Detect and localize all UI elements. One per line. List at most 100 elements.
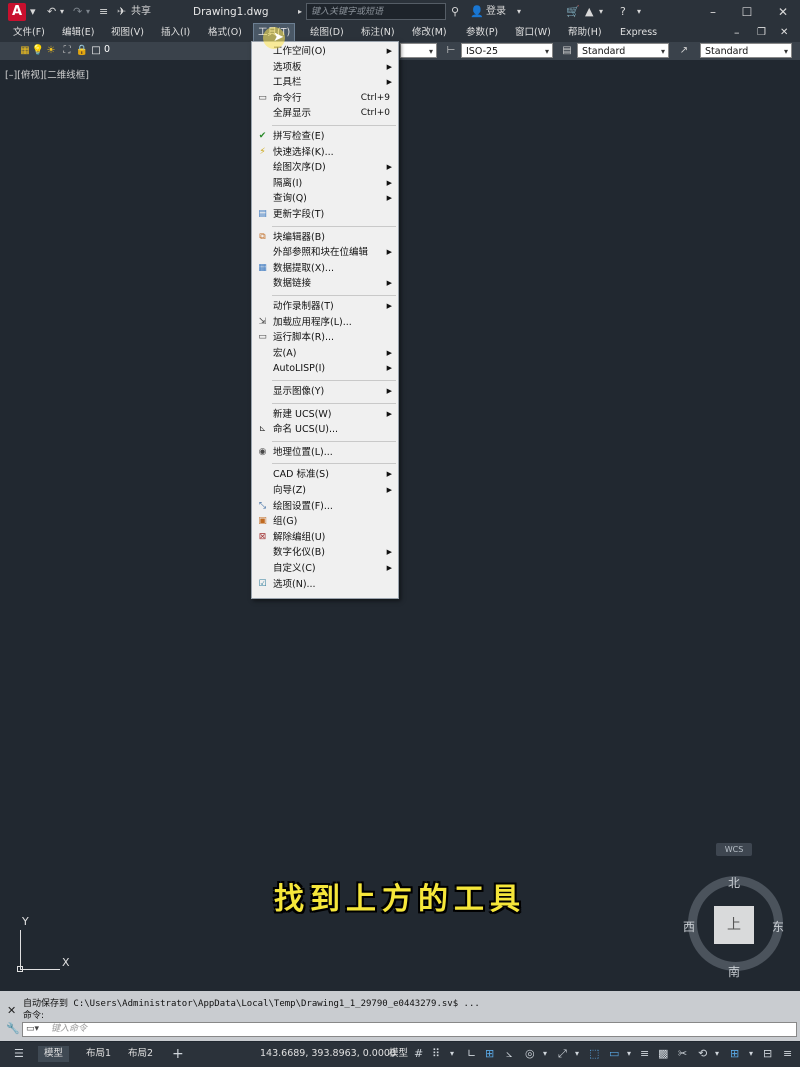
freeze-viewport-icon[interactable]: ⛶	[60, 43, 74, 58]
isometric-icon[interactable]: ◎	[525, 1046, 535, 1062]
customization-icon[interactable]: ≡	[783, 1046, 792, 1062]
lineweight-icon[interactable]: ▭	[609, 1046, 619, 1062]
menu-dimension[interactable]: 标注(N)	[361, 24, 395, 42]
sun-icon[interactable]: ☀	[44, 43, 58, 58]
undo-icon[interactable]: ↶	[47, 0, 56, 24]
maximize-button[interactable]: ☐	[730, 0, 764, 24]
tools-menu-item[interactable]: ⊾ 命名 UCS(U)...	[252, 422, 398, 437]
annotation-scale-icon[interactable]: ✂	[678, 1046, 687, 1062]
tools-menu-item[interactable]: ⇲ 加载应用程序(L)...	[252, 315, 398, 330]
tools-menu-item[interactable]: 选项板 ▶	[252, 60, 398, 75]
tools-menu-item[interactable]: 新建 UCS(W) ▶	[252, 407, 398, 422]
tools-menu-item[interactable]: ▭ 运行脚本(R)...	[252, 330, 398, 345]
tab-layout1[interactable]: 布局1	[80, 1046, 117, 1062]
help-dropdown-icon[interactable]: ▾	[637, 0, 641, 24]
tools-menu-item[interactable]: 显示图像(Y) ▶	[252, 384, 398, 399]
doc-minimize-button[interactable]: –	[734, 24, 740, 42]
coordinates-readout[interactable]: 143.6689, 393.8963, 0.0000	[260, 1046, 396, 1062]
viewcube-top-face[interactable]: 上	[714, 906, 754, 944]
menu-draw[interactable]: 绘图(D)	[310, 24, 344, 42]
share-icon[interactable]: ✈	[117, 0, 126, 24]
tools-menu-item[interactable]: 全屏显示 Ctrl+0	[252, 106, 398, 121]
autocad-logo-icon[interactable]: A	[8, 3, 26, 21]
minimize-button[interactable]: –	[696, 0, 730, 24]
tools-menu-item[interactable]: ⧉ 块编辑器(B)	[252, 230, 398, 245]
grid-icon[interactable]: #	[414, 1046, 423, 1062]
tools-menu-item[interactable]: 工具栏 ▶	[252, 75, 398, 90]
layer-dropdown[interactable]: ▾	[400, 43, 437, 58]
tab-layout2[interactable]: 布局2	[122, 1046, 159, 1062]
tools-menu-item[interactable]: 向导(Z) ▶	[252, 483, 398, 498]
wcs-menu-button[interactable]: WCS	[716, 843, 752, 856]
command-recent-icon[interactable]: ▭▾	[26, 1024, 39, 1034]
snap-dropdown-icon[interactable]: ▾	[450, 1046, 454, 1062]
lineweight-dropdown-icon[interactable]: ▾	[627, 1046, 631, 1062]
hamburger-menu-icon[interactable]: ☰	[14, 1046, 24, 1062]
tools-menu-item[interactable]: 外部参照和块在位编辑 ▶	[252, 245, 398, 260]
share-button[interactable]: 共享	[131, 0, 151, 24]
compass-east[interactable]: 东	[772, 918, 784, 935]
undo-dropdown-icon[interactable]: ▾	[60, 0, 64, 24]
workspace-icon[interactable]: ⟲	[698, 1046, 707, 1062]
menu-window[interactable]: 窗口(W)	[515, 24, 551, 42]
annotation-monitor-icon[interactable]: ⊞	[730, 1046, 739, 1062]
title-overflow-arrow-icon[interactable]: ▸	[298, 0, 302, 24]
menu-file[interactable]: 文件(F)	[13, 24, 45, 42]
tools-menu-item[interactable]: 自定义(C) ▶	[252, 561, 398, 576]
isolate-objects-icon[interactable]: ⊟	[763, 1046, 772, 1062]
compass-west[interactable]: 西	[683, 918, 695, 935]
tools-menu-item[interactable]: 数据链接 ▶	[252, 276, 398, 291]
tools-menu-item[interactable]: 数字化仪(B) ▶	[252, 545, 398, 560]
dimension-style-icon[interactable]: ⊢	[444, 43, 458, 58]
lock-icon[interactable]: 🔒	[75, 43, 89, 58]
user-icon[interactable]: 👤	[470, 0, 484, 24]
multileader-style-select[interactable]: Standard ▾	[700, 43, 792, 58]
cart-icon[interactable]: 🛒	[566, 0, 580, 24]
layer-state-icon[interactable]: ▦	[18, 43, 32, 58]
compass-north[interactable]: 北	[728, 874, 740, 891]
tools-menu-item[interactable]: ◉ 地理位置(L)...	[252, 445, 398, 460]
help-icon[interactable]: ?	[620, 0, 626, 24]
model-space-button[interactable]: 模型	[383, 1046, 414, 1062]
object-snap-icon[interactable]: ⬚	[589, 1046, 599, 1062]
add-layout-button[interactable]: +	[172, 1046, 184, 1062]
tools-menu-item[interactable]: ▣ 组(G)	[252, 514, 398, 529]
search-input[interactable]: 键入关键字或短语	[306, 3, 446, 20]
compass-south[interactable]: 南	[728, 963, 740, 980]
layer-color-swatch-icon[interactable]: □	[89, 43, 103, 58]
tools-menu-item[interactable]: ⚡ 快速选择(K)...	[252, 145, 398, 160]
menu-parametric[interactable]: 参数(P)	[466, 24, 498, 42]
table-style-icon[interactable]: ▤	[560, 43, 574, 58]
menu-edit[interactable]: 编辑(E)	[62, 24, 94, 42]
doc-restore-button[interactable]: ❐	[757, 24, 766, 42]
transparency-icon[interactable]: ≡	[640, 1046, 649, 1062]
dimension-style-select[interactable]: ISO-25 ▾	[461, 43, 553, 58]
viewport-controls-label[interactable]: [–][俯视][二维线框]	[5, 67, 89, 81]
tools-menu-item[interactable]: CAD 标准(S) ▶	[252, 467, 398, 482]
tools-menu-item[interactable]: ☑ 选项(N)...	[252, 577, 398, 592]
multileader-style-icon[interactable]: ↗	[677, 43, 691, 58]
tools-menu-item[interactable]: ✔ 拼写检查(E)	[252, 129, 398, 144]
tools-menu-item[interactable]: 动作录制器(T) ▶	[252, 299, 398, 314]
menu-help[interactable]: 帮助(H)	[568, 24, 602, 42]
app-dropdown-icon[interactable]: ▾	[599, 0, 603, 24]
object-snap-tracking-icon[interactable]: ⤢	[558, 1046, 567, 1062]
tools-menu-item[interactable]: ▭ 命令行 Ctrl+9	[252, 91, 398, 106]
tools-menu-item[interactable]: AutoLISP(I) ▶	[252, 361, 398, 376]
menu-format[interactable]: 格式(O)	[208, 24, 242, 42]
tools-menu-item[interactable]: 绘图次序(D) ▶	[252, 160, 398, 175]
command-customize-wrench-icon[interactable]: 🔧	[6, 1022, 20, 1035]
tools-menu-item[interactable]: ▦ 数据提取(X)...	[252, 261, 398, 276]
osnap-dropdown-icon[interactable]: ▾	[575, 1046, 579, 1062]
menu-insert[interactable]: 插入(I)	[161, 24, 190, 42]
close-button[interactable]: ✕	[766, 0, 800, 24]
login-dropdown-icon[interactable]: ▾	[517, 0, 521, 24]
app-menu-chevron-icon[interactable]: ▾	[30, 0, 36, 24]
table-style-select[interactable]: Standard ▾	[577, 43, 669, 58]
redo-dropdown-icon[interactable]: ▾	[86, 0, 90, 24]
workspace-dropdown-icon[interactable]: ▾	[715, 1046, 719, 1062]
lightbulb-icon[interactable]: 💡	[31, 43, 45, 58]
layer-name[interactable]: 0	[104, 44, 110, 55]
menu-modify[interactable]: 修改(M)	[412, 24, 447, 42]
redo-icon[interactable]: ↷	[73, 0, 82, 24]
